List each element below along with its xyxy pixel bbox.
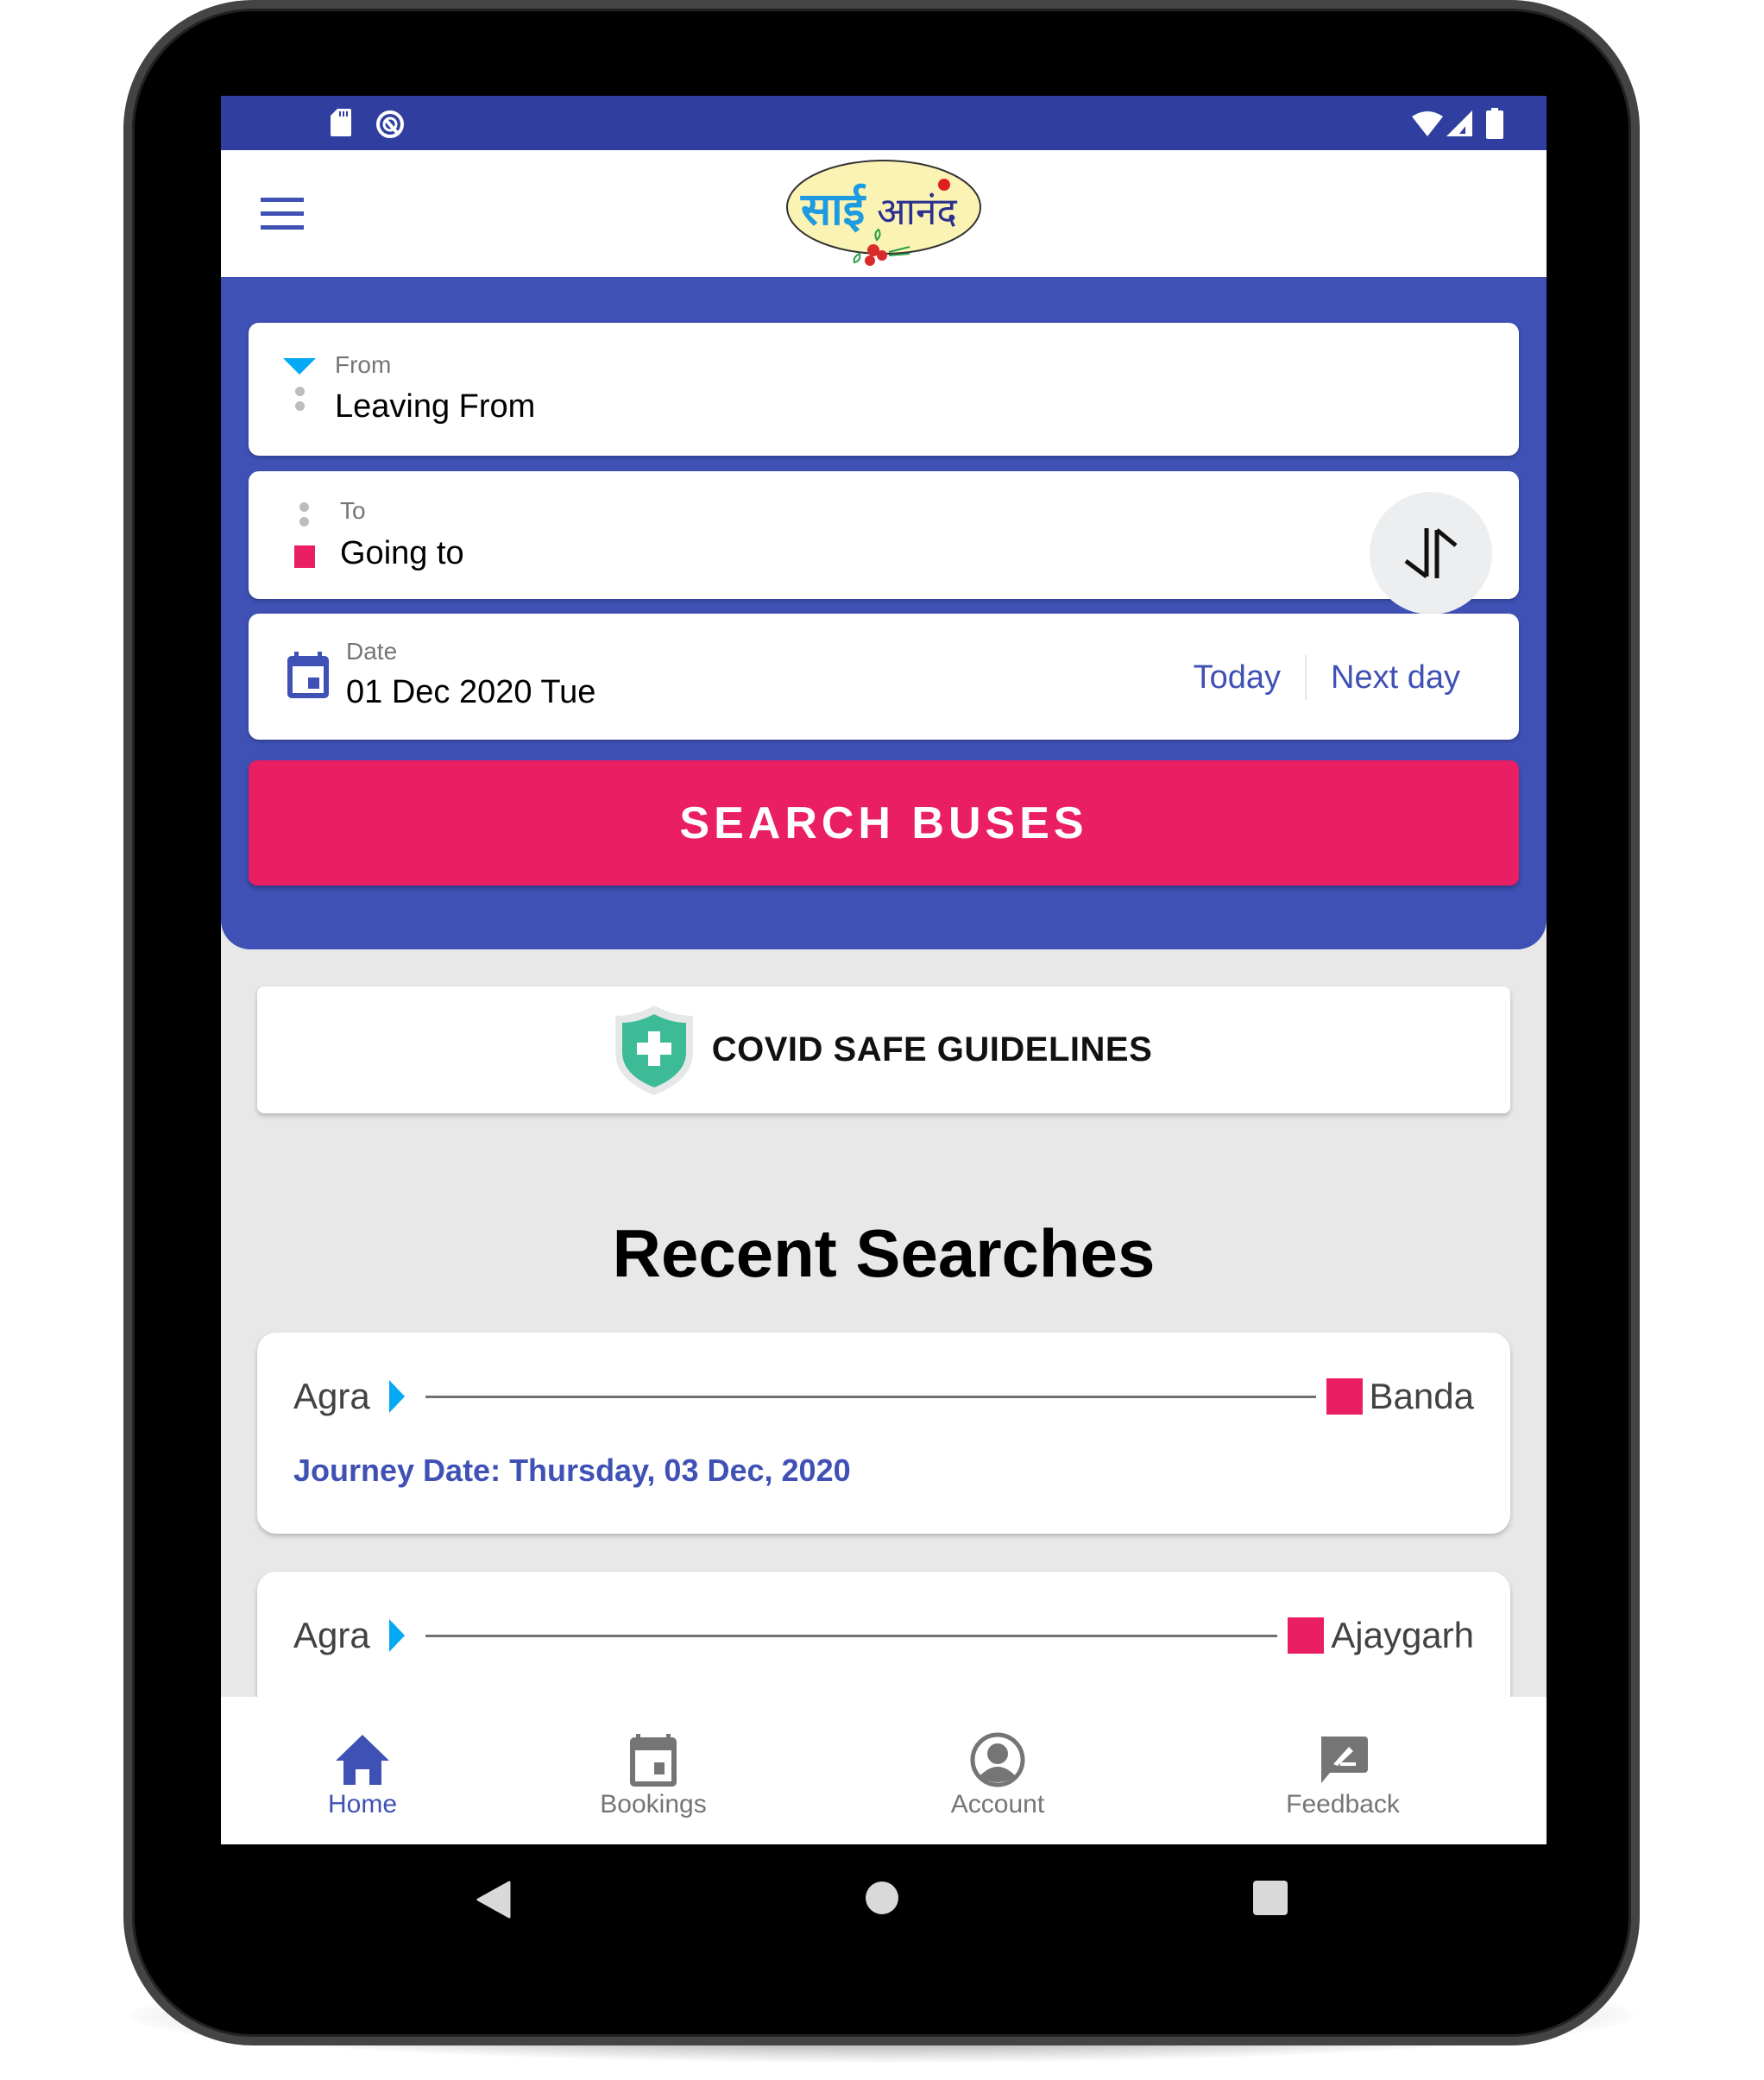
from-marker-icon [283,358,316,375]
home-circle-icon[interactable] [865,1881,899,1915]
cell-signal-icon [1446,110,1472,136]
route-dot-icon [299,502,309,512]
sync-q-icon [376,110,404,138]
from-field[interactable]: From Leaving From [249,323,1519,456]
covid-guidelines-card[interactable]: COVID SAFE GUIDELINES [257,986,1510,1113]
device-stage: साई आनंद From Leaving From To Going to D… [0,0,1764,2080]
system-navigation-bar [221,1844,1547,1957]
logo-text-sai: साई [800,183,867,236]
to-label: To [340,497,366,524]
route-end-marker-icon [1326,1378,1363,1415]
route-dot-icon [295,387,305,396]
swap-vertical-icon [1404,528,1458,578]
logo-text-anand: आनंद [877,190,957,234]
search-panel: From Leaving From To Going to Date 01 De… [221,277,1547,949]
status-bar [221,96,1547,150]
journey-date: Journey Date: Thursday, 03 Dec, 2020 [293,1453,851,1488]
route-line [425,1634,1278,1637]
bottom-navigation: Home Bookings Account Feedback [221,1697,1547,1844]
route-from: Agra [293,1615,370,1655]
route-dot-icon [295,401,305,411]
sd-card-icon [331,109,351,136]
nav-home-label: Home [327,1790,398,1818]
covid-guidelines-label: COVID SAFE GUIDELINES [711,1031,1153,1068]
route-row: Agra Banda [293,1371,1474,1422]
route-start-arrow-icon [388,1380,405,1413]
home-icon [336,1735,389,1785]
next-day-button[interactable]: Next day [1331,659,1460,696]
feedback-icon [1321,1736,1368,1783]
shield-plus-icon [614,1005,693,1095]
recent-search-item[interactable]: Agra Banda Journey Date: Thursday, 03 De… [257,1333,1510,1534]
date-quick-links: Today Next day [1194,655,1460,700]
route-dot-icon [299,517,309,526]
today-button[interactable]: Today [1194,659,1281,696]
app-screen: साई आनंद From Leaving From To Going to D… [221,96,1547,1844]
calendar-icon [630,1734,677,1787]
nav-home[interactable]: Home [268,1731,457,1819]
route-from: Agra [293,1376,370,1416]
nav-account-label: Account [950,1790,1045,1818]
route-row: Agra Ajaygarh [293,1610,1474,1661]
date-label: Date [346,638,398,665]
route-line [425,1395,1316,1398]
route-start-arrow-icon [388,1619,405,1652]
nav-feedback-label: Feedback [1286,1790,1400,1818]
date-value[interactable]: 01 Dec 2020 Tue [346,674,595,711]
app-bar: साई आनंद [221,150,1547,277]
to-field[interactable]: To Going to [249,471,1519,599]
calendar-icon [287,652,329,698]
back-icon[interactable] [476,1881,511,1919]
nav-feedback[interactable]: Feedback [1248,1731,1438,1819]
swap-button[interactable] [1370,492,1492,615]
battery-icon [1486,108,1503,139]
wifi-icon [1412,111,1443,136]
date-field[interactable]: Date 01 Dec 2020 Tue Today Next day [249,614,1519,740]
route-to: Ajaygarh [1331,1615,1474,1655]
to-input[interactable]: Going to [340,535,464,572]
nav-bookings-label: Bookings [600,1790,707,1818]
recents-icon[interactable] [1253,1881,1288,1915]
recent-searches-title: Recent Searches [612,1215,1156,1291]
to-marker-icon [294,545,315,568]
from-label: From [335,351,392,378]
hamburger-menu-icon[interactable] [261,198,304,230]
date-divider [1305,655,1307,700]
from-input[interactable]: Leaving From [335,388,535,425]
brand-logo: साई आनंद [786,160,981,266]
nav-bookings[interactable]: Bookings [558,1731,748,1819]
route-end-marker-icon [1288,1617,1325,1654]
search-buses-button[interactable]: SEARCH BUSES [249,760,1519,886]
route-to: Banda [1369,1376,1474,1416]
account-circle-icon [970,1732,1025,1787]
nav-account[interactable]: Account [903,1731,1093,1819]
